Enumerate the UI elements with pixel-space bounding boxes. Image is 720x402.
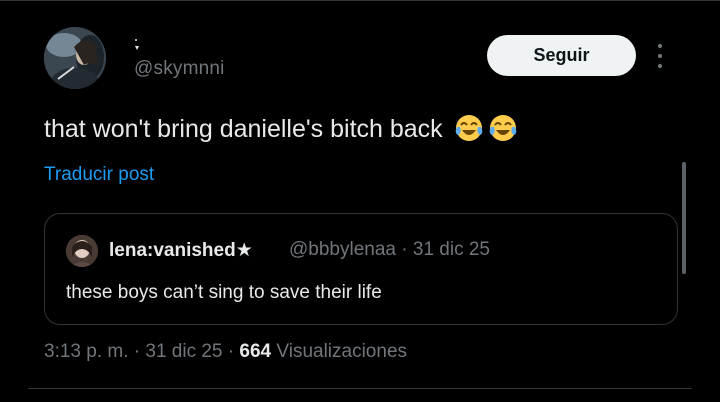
more-vertical-icon[interactable]	[652, 40, 668, 72]
post-time[interactable]: 3:13 p. m.	[44, 341, 129, 362]
author-handle[interactable]: @skymnni	[134, 58, 225, 80]
quoted-post-card[interactable]: lena:vanished★ @bbbylenaa · 31 dic 25 th…	[44, 213, 678, 325]
views-count: 664	[239, 341, 272, 362]
face-with-tears-of-joy-icon	[488, 113, 518, 143]
views-label: Visualizaciones	[276, 341, 408, 362]
post-date[interactable]: 31 dic 25	[145, 341, 222, 362]
tweet-text: that won't bring danielle's bitch back	[44, 113, 518, 144]
metadata-separator: ·	[128, 341, 146, 362]
quote-author-avatar[interactable]	[66, 235, 98, 267]
quote-meta: @bbbylenaa · 31 dic 25	[289, 239, 490, 261]
post-metadata: 3:13 p. m. · 31 dic 25 · 664 Visualizaci…	[44, 341, 407, 363]
author-avatar[interactable]	[44, 27, 106, 89]
translate-post-link[interactable]: Traducir post	[44, 164, 154, 186]
sparkle-icon	[133, 38, 141, 52]
quote-author-handle[interactable]: @bbbylenaa	[289, 239, 396, 260]
quote-author-name[interactable]: lena:vanished★	[109, 239, 253, 262]
metadata-separator: ·	[222, 341, 240, 362]
face-with-tears-of-joy-icon	[454, 113, 484, 143]
quote-text: these boys can’t sing to save their life	[66, 282, 382, 303]
top-divider	[0, 0, 720, 1]
bottom-divider	[28, 388, 692, 389]
tweet-body: that won't bring danielle's bitch back	[44, 115, 443, 143]
follow-button[interactable]: Seguir	[487, 35, 636, 76]
scrollbar[interactable]	[682, 162, 686, 274]
quote-separator: ·	[395, 239, 413, 260]
quote-date[interactable]: 31 dic 25	[413, 239, 490, 260]
